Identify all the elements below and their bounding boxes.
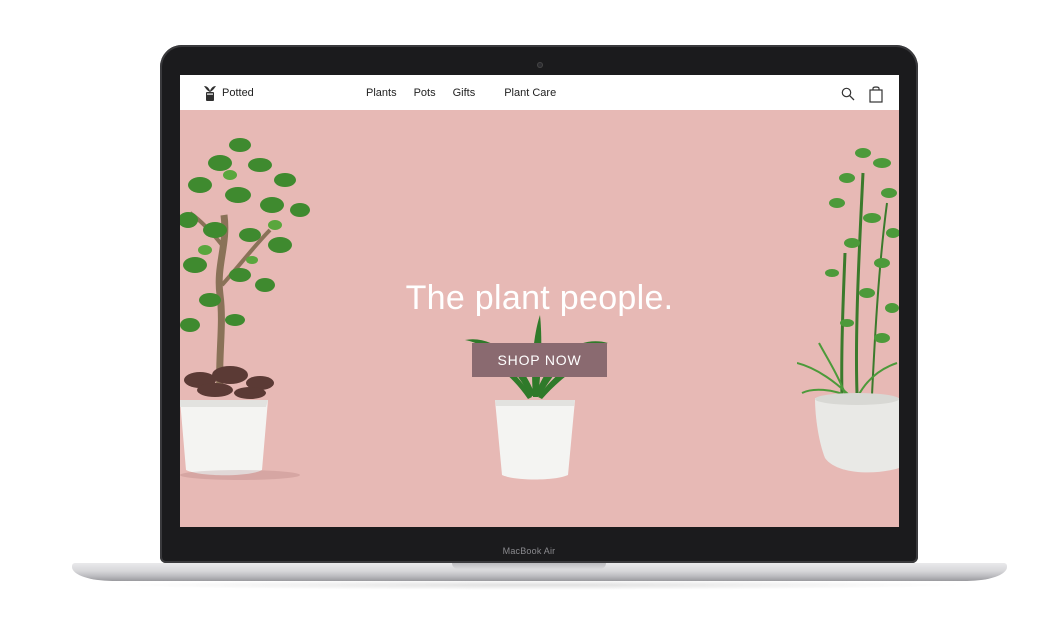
nav-link-plant-care[interactable]: Plant Care — [504, 87, 556, 99]
nav-link-pots[interactable]: Pots — [414, 87, 436, 99]
site-header: Potted Plants Pots Gifts Plant Care — [180, 75, 899, 110]
website-screen: Potted Plants Pots Gifts Plant Care The … — [180, 75, 899, 527]
shop-now-button[interactable]: SHOP NOW — [472, 343, 607, 377]
brand-logo[interactable]: Potted — [202, 84, 254, 102]
laptop-hinge-notch — [452, 563, 606, 569]
hero-headline: The plant people. — [405, 279, 674, 317]
center-plant-image — [465, 315, 608, 480]
device-label: MacBook Air — [502, 546, 556, 556]
nav-link-plants[interactable]: Plants — [366, 87, 397, 99]
nav-link-gifts[interactable]: Gifts — [453, 87, 476, 99]
header-actions — [841, 85, 883, 103]
webcam-icon — [537, 62, 543, 68]
search-icon[interactable] — [841, 87, 855, 101]
main-menu: Plants Pots Gifts Plant Care — [366, 87, 573, 99]
shopping-bag-icon[interactable] — [869, 85, 883, 103]
laptop-shadow — [110, 580, 970, 590]
plant-logo-icon — [204, 86, 216, 101]
brand-name: Potted — [222, 87, 254, 99]
laptop-mockup: MacBook Air Potted Plants Pots Gifts Pla… — [0, 0, 1058, 619]
